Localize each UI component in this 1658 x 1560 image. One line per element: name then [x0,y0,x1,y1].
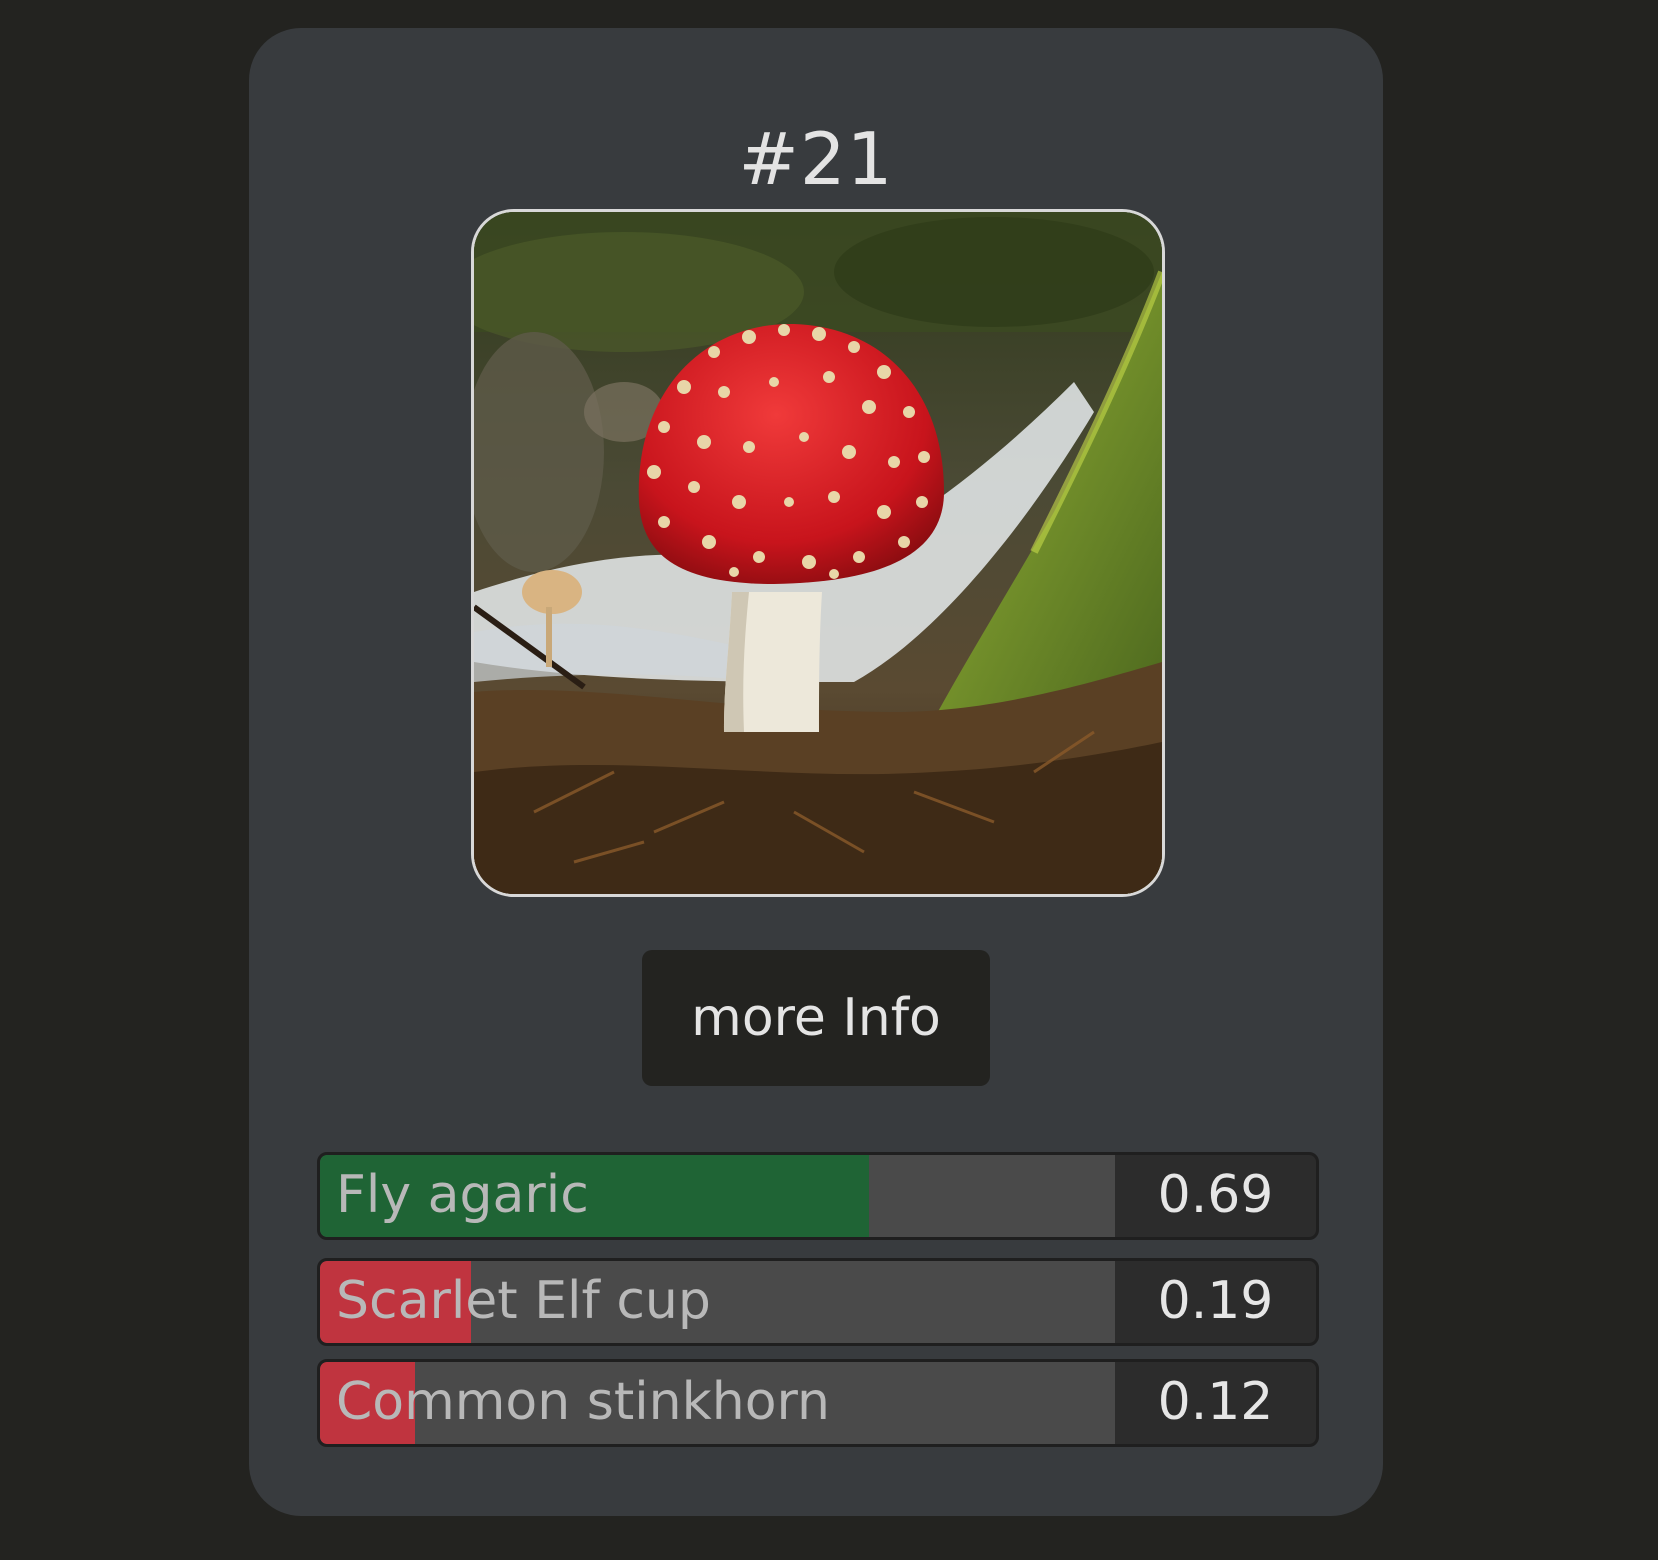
prediction-label: Common stinkhorn [336,1372,830,1432]
prediction-card: #21 more Info Fly agaric 0.69 Scarlet El… [249,28,1383,1516]
prediction-score: 0.19 [1115,1261,1316,1343]
prediction-row: Common stinkhorn 0.12 [317,1359,1319,1447]
more-info-button[interactable]: more Info [642,950,990,1086]
prediction-row: Scarlet Elf cup 0.19 [317,1258,1319,1346]
prediction-score: 0.69 [1115,1155,1316,1237]
prediction-row: Fly agaric 0.69 [317,1152,1319,1240]
card-title: #21 [738,117,894,201]
prediction-label: Fly agaric [336,1165,589,1225]
mushroom-photo [474,212,1162,894]
prediction-score: 0.12 [1115,1362,1316,1444]
prediction-label: Scarlet Elf cup [336,1271,711,1331]
